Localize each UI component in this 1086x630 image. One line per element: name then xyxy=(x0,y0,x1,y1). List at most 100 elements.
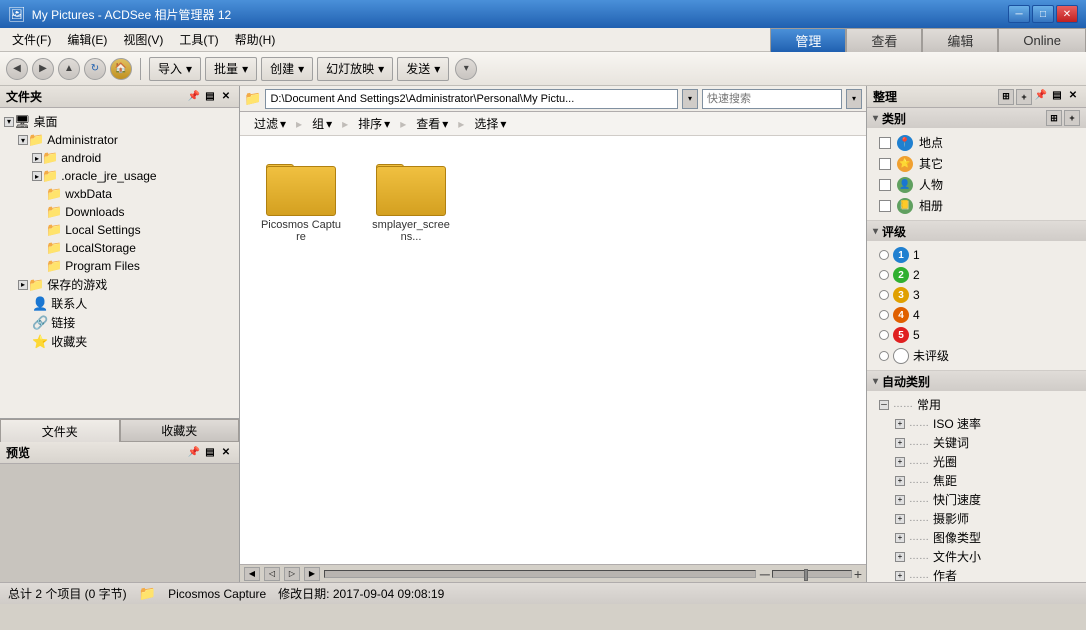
rp-grid-button[interactable]: ⊞ xyxy=(998,89,1014,105)
section-category-header[interactable]: ▾ 类别 ⊞ + xyxy=(867,108,1086,128)
tree-item-oracle[interactable]: ▸ 📁 .oracle_jre_usage xyxy=(0,167,239,185)
create-button[interactable]: 创建 ▾ xyxy=(261,57,313,81)
rp-float-button[interactable]: ▤ xyxy=(1050,89,1064,103)
menu-file[interactable]: 文件(F) xyxy=(4,29,59,50)
filesize-expand[interactable]: + xyxy=(895,552,905,562)
rating-radio-3[interactable] xyxy=(879,290,889,300)
mode-tab-online[interactable]: Online xyxy=(998,28,1086,52)
batch-button[interactable]: 批量 ▾ xyxy=(205,57,257,81)
rating-item-5[interactable]: 5 5 xyxy=(875,325,1078,345)
section-auto-category-header[interactable]: ▾ 自动类别 xyxy=(867,371,1086,391)
expand-android[interactable]: ▸ xyxy=(32,153,42,163)
tree-item-local-settings[interactable]: 📁 Local Settings xyxy=(0,221,239,239)
rating-item-2[interactable]: 2 2 xyxy=(875,265,1078,285)
expand-contacts[interactable] xyxy=(18,297,32,311)
category-item-album[interactable]: 📒 相册 xyxy=(875,195,1078,216)
tree-item-contacts[interactable]: 👤 联系人 xyxy=(0,294,239,313)
zoom-in-button[interactable]: + xyxy=(854,566,862,582)
category-item-other[interactable]: ⭐ 其它 xyxy=(875,153,1078,174)
preview-pin-button[interactable]: 📌 xyxy=(187,446,201,460)
menu-help[interactable]: 帮助(H) xyxy=(227,29,284,50)
mode-tab-edit[interactable]: 编辑 xyxy=(922,28,998,52)
scroll-track[interactable] xyxy=(324,570,756,578)
tab-files[interactable]: 文件夹 xyxy=(0,419,120,442)
rating-radio-5[interactable] xyxy=(879,330,889,340)
nav-forward-button[interactable]: ▶ xyxy=(32,58,54,80)
maximize-button[interactable]: □ xyxy=(1032,5,1054,23)
nav-back-button[interactable]: ◀ xyxy=(6,58,28,80)
tree-item-desktop[interactable]: ▾ 🖥 桌面 xyxy=(0,112,239,131)
rating-radio-2[interactable] xyxy=(879,270,889,280)
rating-item-unrated[interactable]: 未评级 xyxy=(875,345,1078,366)
nav-home-button[interactable]: 🏠 xyxy=(110,58,132,80)
expand-local-settings[interactable] xyxy=(32,223,46,237)
expand-favorites[interactable] xyxy=(18,335,32,349)
sort-button[interactable]: 排序 ▾ xyxy=(352,114,396,133)
zoom-out-button[interactable]: ─ xyxy=(760,566,770,582)
category-item-location[interactable]: 📍 地点 xyxy=(875,132,1078,153)
close-button[interactable]: ✕ xyxy=(1056,5,1078,23)
slideshow-button[interactable]: 幻灯放映 ▾ xyxy=(317,57,393,81)
folder-item-0[interactable]: Picosmos Capture xyxy=(256,152,346,247)
category-item-people[interactable]: 👤 人物 xyxy=(875,174,1078,195)
tree-item-favorites[interactable]: ⭐ 收藏夹 xyxy=(0,332,239,351)
rating-item-3[interactable]: 3 3 xyxy=(875,285,1078,305)
import-button[interactable]: 导入 ▾ xyxy=(149,57,201,81)
mode-tab-manage[interactable]: 管理 xyxy=(770,28,846,52)
nav-extra-button[interactable]: ▾ xyxy=(455,58,477,80)
tree-item-downloads[interactable]: 📁 Downloads xyxy=(0,203,239,221)
tree-item-program-files[interactable]: 📁 Program Files xyxy=(0,257,239,275)
zoom-slider-track[interactable] xyxy=(772,570,852,578)
rp-add-button[interactable]: + xyxy=(1016,89,1032,105)
select-button[interactable]: 选择 ▾ xyxy=(468,114,512,133)
nav-refresh-button[interactable]: ↻ xyxy=(84,58,106,80)
panel-float-button[interactable]: ▤ xyxy=(203,90,217,104)
menu-edit[interactable]: 编辑(E) xyxy=(59,29,115,50)
filter-button[interactable]: 过滤 ▾ xyxy=(248,114,292,133)
expand-administrator[interactable]: ▾ xyxy=(18,135,28,145)
expand-links[interactable] xyxy=(18,316,32,330)
expand-saved-games[interactable]: ▸ xyxy=(18,280,28,290)
rating-radio-unrated[interactable] xyxy=(879,351,889,361)
tree-item-administrator[interactable]: ▾ 📁 Administrator xyxy=(0,131,239,149)
category-checkbox-people[interactable] xyxy=(879,179,891,191)
rating-radio-1[interactable] xyxy=(879,250,889,260)
tree-item-android[interactable]: ▸ 📁 android xyxy=(0,149,239,167)
keyword-expand[interactable]: + xyxy=(895,438,905,448)
category-checkbox-location[interactable] xyxy=(879,137,891,149)
category-grid-button[interactable]: ⊞ xyxy=(1046,110,1062,126)
expand-wxbdata[interactable] xyxy=(32,187,46,201)
rp-pin-button[interactable]: 📌 xyxy=(1034,89,1048,103)
expand-downloads[interactable] xyxy=(32,205,46,219)
tree-item-links[interactable]: 🔗 链接 xyxy=(0,313,239,332)
category-checkbox-other[interactable] xyxy=(879,158,891,170)
expand-program-files[interactable] xyxy=(32,259,46,273)
category-checkbox-album[interactable] xyxy=(879,200,891,212)
menu-view[interactable]: 视图(V) xyxy=(115,29,171,50)
tree-item-localstorage[interactable]: 📁 LocalStorage xyxy=(0,239,239,257)
search-input[interactable] xyxy=(702,89,842,109)
minimize-button[interactable]: ─ xyxy=(1008,5,1030,23)
mode-tab-view[interactable]: 查看 xyxy=(846,28,922,52)
scroll-right2-btn[interactable]: ▷ xyxy=(284,567,300,581)
preview-close-button[interactable]: ✕ xyxy=(219,446,233,460)
category-add-button[interactable]: + xyxy=(1064,110,1080,126)
preview-float-button[interactable]: ▤ xyxy=(203,446,217,460)
shutter-expand[interactable]: + xyxy=(895,495,905,505)
common-expand[interactable]: ─ xyxy=(879,400,889,410)
expand-localstorage[interactable] xyxy=(32,241,46,255)
panel-pin-button[interactable]: 📌 xyxy=(187,90,201,104)
view-button[interactable]: 查看 ▾ xyxy=(410,114,454,133)
tree-item-saved-games[interactable]: ▸ 📁 保存的游戏 xyxy=(0,275,239,294)
address-input[interactable] xyxy=(265,89,678,109)
folder-item-1[interactable]: smplayer_screens... xyxy=(366,152,456,247)
expand-oracle[interactable]: ▸ xyxy=(32,171,42,181)
tab-favorites[interactable]: 收藏夹 xyxy=(120,419,240,442)
panel-close-button[interactable]: ✕ xyxy=(219,90,233,104)
aperture-expand[interactable]: + xyxy=(895,457,905,467)
group-button[interactable]: 组 ▾ xyxy=(306,114,338,133)
tree-item-wxbdata[interactable]: 📁 wxbData xyxy=(0,185,239,203)
zoom-slider-thumb[interactable] xyxy=(804,569,808,581)
expand-desktop[interactable]: ▾ xyxy=(4,117,14,127)
iso-expand[interactable]: + xyxy=(895,419,905,429)
